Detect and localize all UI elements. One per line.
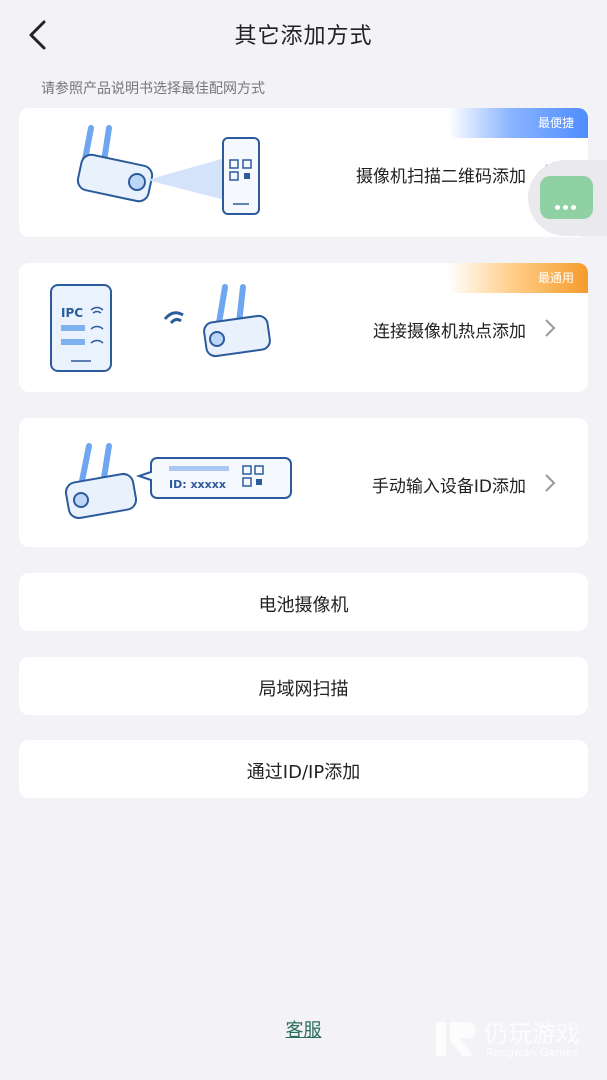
add-by-hotspot-card[interactable]: 最通用 IPC 连接摄像机热点添加 [19, 263, 588, 392]
card-label: 手动输入设备ID添加 [371, 477, 526, 497]
most-universal-badge: 最通用 [448, 263, 588, 293]
chevron-right-icon [545, 319, 556, 337]
add-by-device-id-card[interactable]: ID: xxxxx 手动输入设备ID添加 [19, 418, 588, 547]
chevron-right-icon [545, 474, 556, 492]
instruction-text: 请参照产品说明书选择最佳配网方式 [41, 81, 265, 97]
floating-more-button[interactable] [540, 176, 593, 219]
watermark: 仍玩游戏 Rengwan Games [432, 1014, 602, 1064]
card-label: 摄像机扫描二维码添加 [356, 167, 526, 187]
watermark-en-text: Rengwan Games [486, 1046, 579, 1059]
add-by-id-ip-option[interactable]: 通过ID/IP添加 [19, 740, 588, 798]
add-by-qr-card[interactable]: 最便捷 摄像机扫描二维码添加 [19, 108, 588, 237]
rengwan-logo-icon [436, 1022, 476, 1056]
card-label: 连接摄像机热点添加 [373, 322, 526, 342]
option-label: 电池摄像机 [258, 595, 349, 616]
most-convenient-badge: 最便捷 [448, 108, 588, 138]
more-dots-icon [555, 195, 579, 214]
watermark-cn-text: 仍玩游戏 [484, 1020, 580, 1048]
option-label: 局域网扫描 [258, 679, 349, 700]
camera-scan-qr-illustration [76, 125, 260, 215]
page-title: 其它添加方式 [234, 24, 373, 49]
battery-camera-option[interactable]: 电池摄像机 [19, 573, 588, 631]
option-label: 通过ID/IP添加 [246, 762, 361, 783]
phone-hotspot-illustration: IPC [50, 284, 271, 372]
lan-scan-option[interactable]: 局域网扫描 [19, 657, 588, 715]
camera-device-id-illustration: ID: xxxxx [64, 443, 292, 520]
nav-bar: 其它添加方式 [0, 0, 607, 70]
device-id-sample-text: ID: xxxxx [169, 478, 226, 491]
phone-ipc-text: IPC [61, 306, 83, 320]
